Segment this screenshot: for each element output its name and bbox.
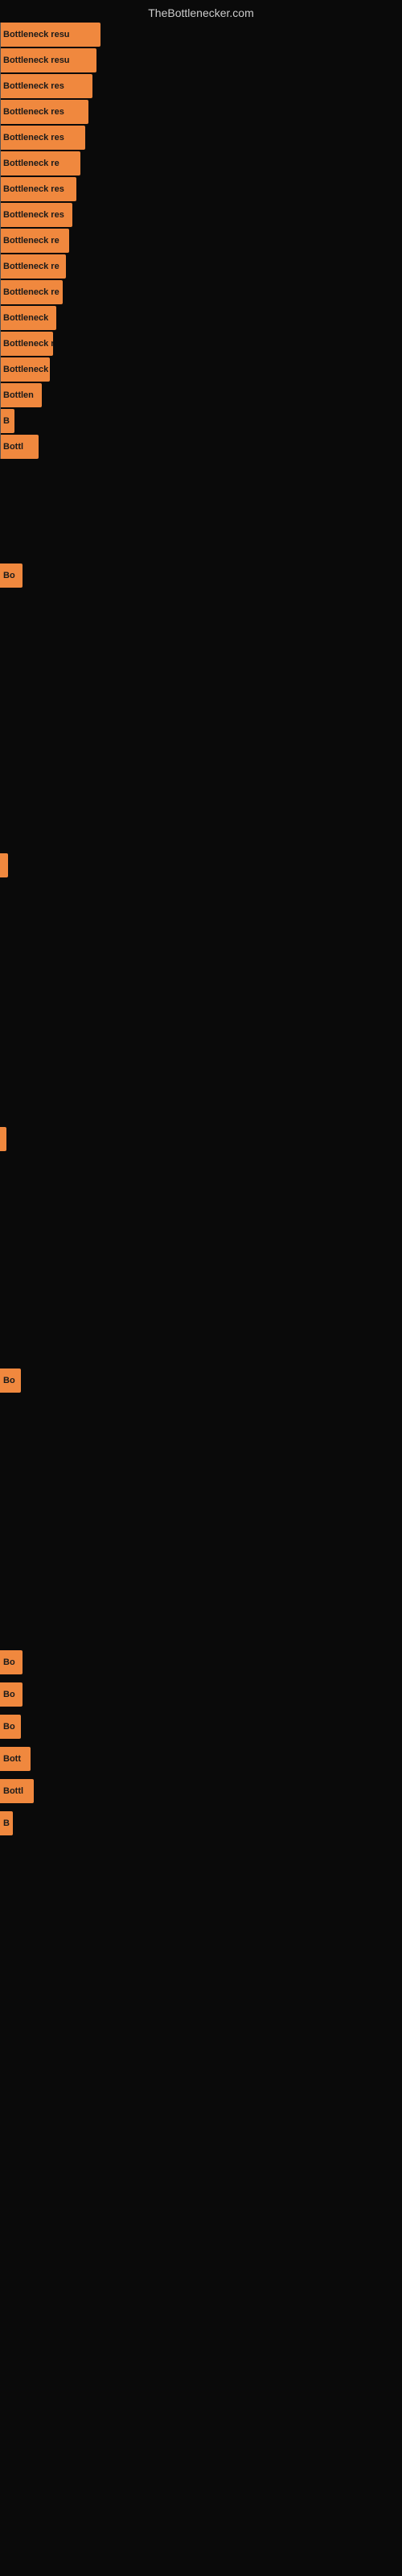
bar-item: Bo: [0, 1715, 21, 1739]
bar-label: Bottleneck res: [3, 81, 64, 91]
bar-item: Bottl: [0, 435, 39, 459]
bar-item: Bottleneck re: [0, 151, 80, 175]
bar-label: Bottleneck res: [3, 184, 64, 194]
bar-item: Bottleneck res: [0, 100, 88, 124]
bar-item: Bo: [0, 1682, 23, 1707]
bar-label: Bottleneck: [3, 365, 48, 374]
bar-label: Bottlen: [3, 390, 34, 400]
bar-label: Bottleneck resu: [3, 30, 70, 39]
bar-item: Bottleneck res: [0, 177, 76, 201]
bar-label: Bottleneck: [3, 313, 48, 323]
bar-item: Bottl: [0, 1779, 34, 1803]
bar-item: Bottleneck r: [0, 332, 53, 356]
bar-label: Bottleneck re: [3, 236, 59, 246]
bar-label: Bottleneck res: [3, 133, 64, 142]
bar-label: Bottl: [3, 442, 23, 452]
bar-label: Bo: [3, 1376, 15, 1385]
bar-label: Bottleneck res: [3, 210, 64, 220]
bar-item: Bottleneck: [0, 306, 56, 330]
bar-item: Bottleneck res: [0, 126, 85, 150]
bar-item: Bottleneck re: [0, 229, 69, 253]
bar-label: Bottl: [3, 1786, 23, 1796]
bar-item: Bo: [0, 1368, 21, 1393]
bar-item: Bottleneck res: [0, 203, 72, 227]
bar-item: Bottleneck res: [0, 74, 92, 98]
bar-item: B: [0, 409, 14, 433]
bar-label: Bo: [3, 571, 15, 580]
bar-item: [0, 853, 8, 877]
bar-label: Bottleneck r: [3, 339, 53, 349]
bar-item: Bottleneck re: [0, 254, 66, 279]
bar-item: Bo: [0, 1650, 23, 1674]
bar-label: B: [3, 1818, 10, 1828]
bar-item: [0, 1127, 6, 1151]
bar-label: Bottleneck res: [3, 107, 64, 117]
bar-item: Bottleneck resu: [0, 48, 96, 72]
bar-label: Bott: [3, 1754, 21, 1764]
bar-item: Bottleneck re: [0, 280, 63, 304]
bar-item: Bott: [0, 1747, 31, 1771]
bar-label: Bo: [3, 1690, 15, 1699]
bar-item: Bo: [0, 564, 23, 588]
bar-item: Bottlen: [0, 383, 42, 407]
bar-item: Bottleneck: [0, 357, 50, 382]
bar-label: Bo: [3, 1722, 15, 1732]
bar-label: B: [3, 416, 10, 426]
bar-item: B: [0, 1811, 13, 1835]
bar-label: Bottleneck re: [3, 287, 59, 297]
bar-label: Bottleneck re: [3, 262, 59, 271]
bar-item: Bottleneck resu: [0, 23, 100, 47]
bar-label: Bottleneck re: [3, 159, 59, 168]
bar-label: Bo: [3, 1657, 15, 1667]
bar-label: Bottleneck resu: [3, 56, 70, 65]
